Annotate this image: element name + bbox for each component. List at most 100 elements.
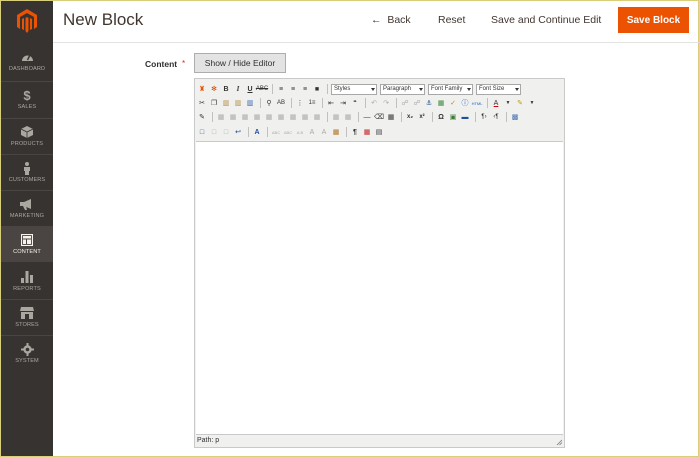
unlink-icon[interactable]: ☍ (412, 98, 422, 108)
split-cells-icon[interactable]: ▦ (331, 112, 341, 122)
paste-icon[interactable]: ▥ (221, 98, 231, 108)
strikethrough-icon[interactable]: ABC (256, 84, 268, 94)
horizontal-rule-icon[interactable]: — (362, 112, 372, 122)
sidebar-item-customers[interactable]: CUSTOMERS (1, 154, 53, 190)
back-button[interactable]: ← Back (371, 14, 411, 26)
paste-text-icon[interactable]: ▥ (233, 98, 243, 108)
move-backward-icon[interactable]: □ (221, 127, 231, 137)
editor-content-area[interactable] (196, 141, 563, 435)
remove-format-icon[interactable]: ⌫ (374, 112, 384, 122)
delete-col-icon[interactable]: ▦ (312, 112, 322, 122)
merge-cells-icon[interactable]: ▦ (343, 112, 353, 122)
ltr-icon[interactable]: ¶› (479, 112, 489, 122)
help-icon[interactable]: ⓘ (460, 98, 470, 108)
cut-icon[interactable]: ✂ (197, 98, 207, 108)
sidebar-item-content[interactable]: CONTENT (1, 226, 53, 262)
insert-row-after-icon[interactable]: ▦ (264, 112, 274, 122)
insert-col-before-icon[interactable]: ▦ (288, 112, 298, 122)
table-cell-props-icon[interactable]: ▦ (240, 112, 250, 122)
styleprops-icon[interactable]: A (252, 127, 262, 137)
megaphone-icon (19, 197, 35, 211)
copy-icon[interactable]: ❐ (209, 98, 219, 108)
anchor-icon[interactable]: ⚓ (424, 98, 434, 108)
sidebar-item-reports[interactable]: REPORTS (1, 263, 53, 299)
move-forward-icon[interactable]: □ (209, 127, 219, 137)
sidebar-item-marketing[interactable]: MARKETING (1, 190, 53, 226)
find-icon[interactable]: ⚲ (264, 98, 274, 108)
chevron-down-icon[interactable]: ▼ (527, 98, 537, 108)
insert-layer-icon[interactable]: □ (197, 127, 207, 137)
rtl-icon[interactable]: ‹¶ (491, 112, 501, 122)
sidebar-item-label: STORES (15, 322, 39, 328)
insert-row-before-icon[interactable]: ▦ (252, 112, 262, 122)
align-right-icon[interactable]: ≡ (300, 84, 310, 94)
toolbar-separator (248, 127, 249, 137)
magento-logo-icon (17, 9, 37, 33)
align-center-icon[interactable]: ≡ (288, 84, 298, 94)
delete-row-icon[interactable]: ▦ (276, 112, 286, 122)
reset-button[interactable]: Reset (438, 14, 465, 26)
ins-icon[interactable]: A (319, 127, 329, 137)
template-icon[interactable]: ▦ (362, 127, 372, 137)
media-icon[interactable]: ▣ (448, 112, 458, 122)
insert-image-icon[interactable]: ▦ (436, 98, 446, 108)
link-icon[interactable]: ☍ (400, 98, 410, 108)
required-indicator: * (182, 59, 186, 68)
styles-select[interactable]: Styles (331, 83, 377, 95)
cite-icon[interactable]: ABC (271, 127, 281, 137)
acronym-icon[interactable]: A.B (295, 127, 305, 137)
text-color-icon[interactable]: A (491, 98, 501, 108)
resize-handle-icon[interactable] (556, 439, 563, 446)
replace-icon[interactable]: AB (276, 98, 286, 108)
special-char-icon[interactable]: Ω (436, 112, 446, 122)
chevron-down-icon[interactable]: ▼ (503, 98, 513, 108)
cleanup-icon[interactable]: ✓ (448, 98, 458, 108)
image-insert-icon[interactable]: ✻ (209, 84, 219, 94)
italic-icon[interactable]: I (233, 84, 243, 94)
fullscreen-icon[interactable]: ▩ (510, 112, 520, 122)
show-hide-editor-button[interactable]: Show / Hide Editor (194, 53, 286, 73)
paste-word-icon[interactable]: ▥ (245, 98, 255, 108)
attribs-icon[interactable]: ▦ (331, 127, 341, 137)
redo-icon[interactable]: ↷ (381, 98, 391, 108)
visual-chars-icon[interactable]: ¶ (350, 127, 360, 137)
insert-col-after-icon[interactable]: ▦ (300, 112, 310, 122)
sidebar-item-sales[interactable]: $ SALES (1, 81, 53, 117)
edit-icon[interactable]: ✎ (197, 112, 207, 122)
align-justify-icon[interactable]: ■ (312, 84, 322, 94)
undo-icon[interactable]: ↶ (369, 98, 379, 108)
align-left-icon[interactable]: ≡ (276, 84, 286, 94)
sidebar-item-dashboard[interactable]: DASHBOARD (1, 43, 53, 79)
visual-aid-icon[interactable]: ▦ (386, 112, 396, 122)
sidebar-item-system[interactable]: SYSTEM (1, 335, 53, 371)
bold-icon[interactable]: B (221, 84, 231, 94)
editor-path-status: Path: p (197, 437, 220, 444)
background-color-icon[interactable]: ✎ (515, 98, 525, 108)
magento-logo[interactable] (1, 1, 53, 41)
toolbar-separator (267, 127, 268, 137)
blockquote-icon[interactable]: “ (350, 98, 360, 108)
del-icon[interactable]: A (307, 127, 317, 137)
paragraph-select[interactable]: Paragraph (380, 83, 425, 95)
sidebar-item-products[interactable]: PRODUCTS (1, 118, 53, 154)
save-block-button[interactable]: Save Block (618, 7, 689, 33)
table-icon[interactable]: ▦ (216, 112, 226, 122)
table-row-props-icon[interactable]: ▦ (228, 112, 238, 122)
font-family-select[interactable]: Font Family (428, 83, 473, 95)
subscript-icon[interactable]: x₂ (405, 112, 415, 122)
html-source-icon[interactable]: HTML (472, 98, 483, 108)
superscript-icon[interactable]: x² (417, 112, 427, 122)
page-break-icon[interactable]: ▤ (374, 127, 384, 137)
save-and-continue-button[interactable]: Save and Continue Edit (491, 14, 601, 26)
widget-icon[interactable]: ♜ (197, 84, 207, 94)
font-size-select[interactable]: Font Size (476, 83, 521, 95)
outdent-icon[interactable]: ⇤ (326, 98, 336, 108)
indent-icon[interactable]: ⇥ (338, 98, 348, 108)
numbered-list-icon[interactable]: 1≡ (307, 98, 317, 108)
absolute-position-icon[interactable]: ↩ (233, 127, 243, 137)
advanced-hr-icon[interactable]: ▬ (460, 112, 470, 122)
abbr-icon[interactable]: ABC (283, 127, 293, 137)
sidebar-item-stores[interactable]: STORES (1, 299, 53, 335)
underline-icon[interactable]: U (245, 84, 255, 94)
bullet-list-icon[interactable]: ⋮ (295, 98, 305, 108)
